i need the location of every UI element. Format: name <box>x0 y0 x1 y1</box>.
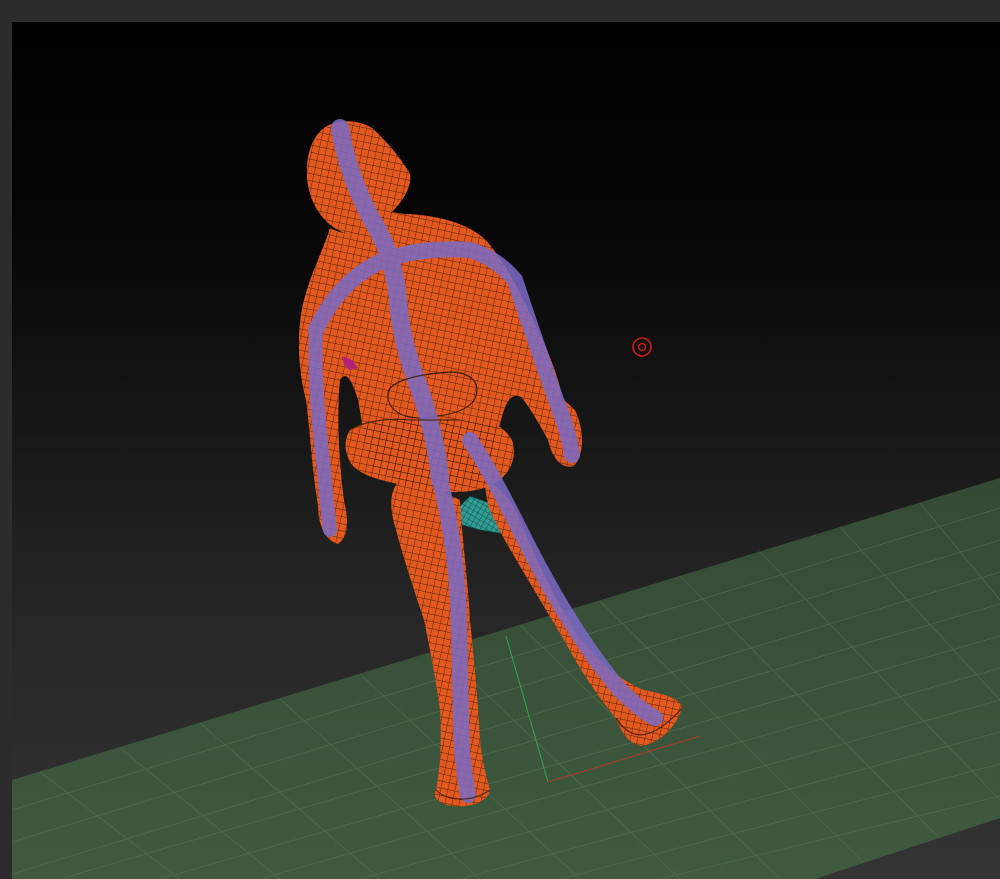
rotation-pivot-marker[interactable] <box>632 337 652 357</box>
3d-viewport[interactable] <box>12 22 1000 879</box>
viewport-canvas[interactable] <box>12 22 1000 879</box>
left-toolbar-strip <box>0 22 12 879</box>
application-window <box>0 0 1000 879</box>
top-toolbar-strip <box>0 0 1000 22</box>
